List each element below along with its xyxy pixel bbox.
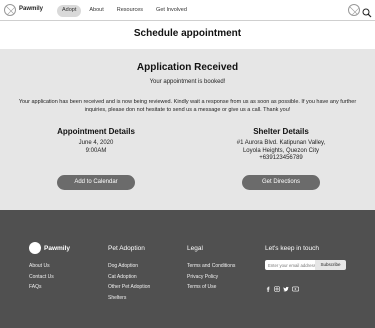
- youtube-icon[interactable]: [292, 279, 300, 292]
- nav-item-resources[interactable]: Resources: [112, 5, 148, 17]
- appointment-details: June 4, 2020 9:00AM: [26, 140, 166, 155]
- shelter-details: #1 Aurora Blvd. Katipunan Valley, Loyola…: [211, 140, 351, 163]
- footer-logo-icon: [29, 242, 41, 254]
- shelter-phone: +639123456789: [259, 155, 303, 161]
- footer-link-about-us[interactable]: About Us: [29, 261, 54, 272]
- footer-link-privacy-policy[interactable]: Privacy Policy: [187, 272, 235, 283]
- add-to-calendar-button[interactable]: Add to Calendar: [57, 175, 135, 190]
- confirmation-section: Application Received Your appointment is…: [0, 49, 375, 210]
- footer-link-faqs[interactable]: FAQs: [29, 282, 54, 293]
- footer-link-dog-adoption[interactable]: Dog Adoption: [108, 261, 150, 272]
- subscribe-button[interactable]: Subscribe: [315, 260, 346, 270]
- nav-item-about[interactable]: About: [84, 5, 108, 17]
- footer: Pawmily About Us Contact Us FAQs Pet Ado…: [0, 210, 375, 328]
- footer-link-cat-adoption[interactable]: Cat Adoption: [108, 272, 150, 283]
- logo-placeholder-icon[interactable]: [4, 4, 16, 16]
- footer-link-other-pet-adoption[interactable]: Other Pet Adoption: [108, 282, 150, 293]
- footer-heading-legal: Legal: [187, 245, 203, 252]
- shelter-address-line1: #1 Aurora Blvd. Katipunan Valley,: [236, 140, 326, 146]
- booked-message: Your appointment is booked!: [149, 79, 226, 85]
- facebook-icon[interactable]: [265, 279, 271, 292]
- footer-link-terms-of-use[interactable]: Terms of Use: [187, 282, 235, 293]
- nav-item-get-involved[interactable]: Get Involved: [151, 5, 192, 17]
- appointment-details-heading: Appointment Details: [57, 127, 135, 136]
- footer-brand-links: About Us Contact Us FAQs: [29, 261, 54, 293]
- social-icons: [265, 279, 300, 292]
- main-nav: Adopt About Resources Get Involved: [57, 5, 192, 17]
- footer-brand: Pawmily: [44, 245, 71, 252]
- footer-link-shelters[interactable]: Shelters: [108, 293, 150, 304]
- nav-item-adopt[interactable]: Adopt: [57, 5, 82, 17]
- newsletter-email-input[interactable]: [265, 260, 315, 270]
- avatar-placeholder-icon[interactable]: [348, 4, 360, 16]
- appointment-time: 9:00AM: [85, 147, 107, 154]
- top-nav-bar: Pawmily Adopt About Resources Get Involv…: [0, 0, 375, 21]
- get-directions-button[interactable]: Get Directions: [242, 175, 320, 190]
- instagram-icon[interactable]: [274, 279, 280, 292]
- footer-heading-newsletter: Let's keep in touch: [265, 245, 319, 252]
- footer-pet-adoption-links: Dog Adoption Cat Adoption Other Pet Adop…: [108, 261, 150, 303]
- page-title: Schedule appointment: [133, 28, 242, 39]
- footer-link-terms-and-conditions[interactable]: Terms and Conditions: [187, 261, 235, 272]
- shelter-details-heading: Shelter Details: [253, 127, 309, 136]
- footer-link-contact-us[interactable]: Contact Us: [29, 272, 54, 283]
- application-description: Your application has been received and i…: [18, 99, 357, 113]
- application-title: Application Received: [136, 62, 239, 73]
- footer-legal-links: Terms and Conditions Privacy Policy Term…: [187, 261, 235, 293]
- twitter-icon[interactable]: [283, 279, 289, 292]
- brand-name[interactable]: Pawmily: [19, 6, 43, 12]
- shelter-address-line2: Loyola Heights, Quezon City: [242, 147, 320, 154]
- appointment-date: June 4, 2020: [78, 140, 114, 146]
- footer-heading-pet-adoption: Pet Adoption: [108, 245, 145, 252]
- search-icon[interactable]: [362, 5, 372, 18]
